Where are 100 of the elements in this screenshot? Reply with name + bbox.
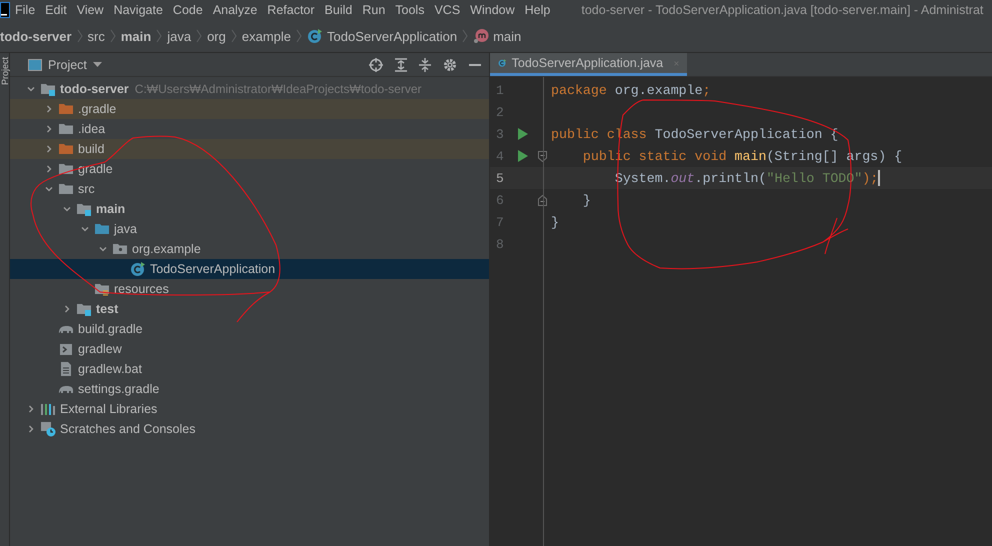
breadcrumb-item[interactable]: java: [167, 28, 192, 44]
line-number: 4: [495, 148, 505, 164]
tree-item[interactable]: gradle: [10, 159, 489, 179]
chevron-right-icon: [462, 29, 468, 43]
run-icon[interactable]: [518, 128, 528, 140]
class-icon: [307, 28, 324, 44]
tree-item[interactable]: .gradle: [10, 99, 489, 119]
chevron-right-icon: [296, 29, 302, 43]
menu-item[interactable]: VCS: [429, 3, 466, 17]
chevron-right-icon: [156, 29, 162, 43]
chevron-down-icon[interactable]: [27, 85, 35, 93]
tree-item[interactable]: gradlew: [10, 339, 489, 359]
breadcrumb-item[interactable]: src: [88, 28, 105, 44]
tree-item[interactable]: src: [10, 179, 489, 199]
crosshair-icon[interactable]: [369, 58, 383, 72]
tree-item[interactable]: settings.gradle: [10, 379, 489, 399]
settings-icon[interactable]: [443, 58, 457, 72]
chevron-right-icon: [196, 29, 202, 43]
menu-item[interactable]: Tools: [390, 3, 430, 17]
panel-title[interactable]: Project: [48, 58, 87, 72]
chevron-right-icon[interactable]: [45, 125, 53, 133]
tree-item[interactable]: resources: [10, 279, 489, 299]
tree-item[interactable]: build: [10, 139, 489, 159]
collapse-all-icon[interactable]: [419, 58, 431, 72]
chevron-right-icon[interactable]: [27, 405, 35, 413]
expand-all-icon[interactable]: [395, 58, 407, 72]
line-number: 3: [495, 126, 505, 142]
chevron-right-icon: [110, 29, 116, 43]
chevron-right-icon[interactable]: [27, 425, 35, 433]
libraries-icon: [40, 401, 56, 417]
menu-item[interactable]: Window: [465, 3, 520, 17]
window-icon: [28, 58, 42, 70]
code-line: package org.example;: [550, 82, 711, 98]
tree-item[interactable]: TodoServerApplication: [10, 259, 489, 279]
breadcrumb-item[interactable]: example: [242, 28, 292, 44]
tree-item[interactable]: External Libraries: [10, 399, 489, 419]
tree-item[interactable]: java: [10, 219, 489, 239]
menu-item[interactable]: Analyze: [208, 3, 262, 17]
line-number: 2: [495, 104, 505, 120]
editor-tab[interactable]: TodoServerApplication.java: [490, 53, 687, 76]
scratches-icon: [40, 421, 56, 437]
chevron-right-icon: [230, 29, 237, 43]
chevron-right-icon: [76, 29, 83, 43]
folder-icon: [58, 161, 74, 177]
module-folder-icon: [76, 301, 92, 317]
method-icon: [473, 28, 490, 44]
module-folder-icon: [76, 201, 92, 217]
code-line: }: [582, 192, 591, 208]
chevron-down-icon[interactable]: [81, 225, 89, 233]
menu-item[interactable]: View: [72, 3, 109, 17]
chevron-down-icon[interactable]: [45, 185, 53, 193]
tree-item[interactable]: todo-server C:₩Users₩Administrator₩IdeaProjects₩todo-server: [10, 79, 489, 99]
code-line: }: [550, 214, 559, 230]
chevron-right-icon[interactable]: [45, 105, 53, 113]
chevron-right-icon[interactable]: [63, 305, 71, 313]
menu-item[interactable]: Help: [520, 3, 556, 17]
window-title: todo-server - TodoServerApplication.java [todo-server.main] - Administrat: [581, 3, 984, 17]
caret-icon[interactable]: [92, 62, 102, 68]
line-number: 6: [495, 192, 505, 208]
menu-item[interactable]: Refactor: [262, 3, 320, 17]
menu-item[interactable]: Build: [320, 3, 358, 17]
tree-item[interactable]: build.gradle: [10, 319, 489, 339]
folder-icon: [58, 181, 74, 197]
menu-item[interactable]: Edit: [40, 3, 72, 17]
menu-item[interactable]: File: [10, 3, 40, 17]
menu-item[interactable]: Navigate: [108, 3, 168, 17]
folder-icon: [58, 101, 74, 117]
menu-item[interactable]: Run: [357, 3, 390, 17]
tree-item[interactable]: Scratches and Consoles: [10, 419, 489, 439]
module-folder-icon: [40, 81, 56, 97]
text-file-icon: [58, 361, 74, 377]
tool-window-tab[interactable]: Project: [0, 53, 10, 86]
tree-item[interactable]: test: [10, 299, 489, 319]
tree-item[interactable]: org.example: [10, 239, 489, 259]
chevron-down-icon[interactable]: [63, 205, 71, 213]
menu-item[interactable]: Code: [168, 3, 208, 17]
breadcrumb-item[interactable]: org: [207, 28, 226, 44]
terminal-icon: [58, 341, 74, 357]
tree-item[interactable]: main: [10, 199, 489, 219]
chevron-down-icon[interactable]: [99, 245, 107, 253]
tree-item[interactable]: gradlew.bat: [10, 359, 489, 379]
folder-icon: [94, 221, 110, 237]
run-icon[interactable]: [518, 150, 528, 162]
line-number: 8: [495, 236, 505, 252]
breadcrumb-item[interactable]: main: [473, 28, 522, 44]
app-logo-icon: [0, 2, 10, 18]
package-folder-icon: [112, 241, 128, 257]
chevron-right-icon[interactable]: [45, 165, 53, 173]
chevron-right-icon[interactable]: [45, 145, 53, 153]
text-caret: [878, 170, 880, 186]
project-path: C:₩Users₩Administrator₩IdeaProjects₩todo-server: [134, 82, 422, 96]
folder-icon: [58, 141, 74, 157]
minimize-icon[interactable]: [469, 62, 481, 66]
breadcrumb-item[interactable]: main: [120, 28, 152, 44]
folder-icon: [58, 121, 74, 137]
class-icon: [130, 261, 146, 277]
line-number: 5: [495, 170, 505, 186]
breadcrumb-item[interactable]: TodoServerApplication: [307, 28, 458, 44]
breadcrumb-item[interactable]: todo-server: [0, 28, 72, 44]
tree-item[interactable]: .idea: [10, 119, 489, 139]
